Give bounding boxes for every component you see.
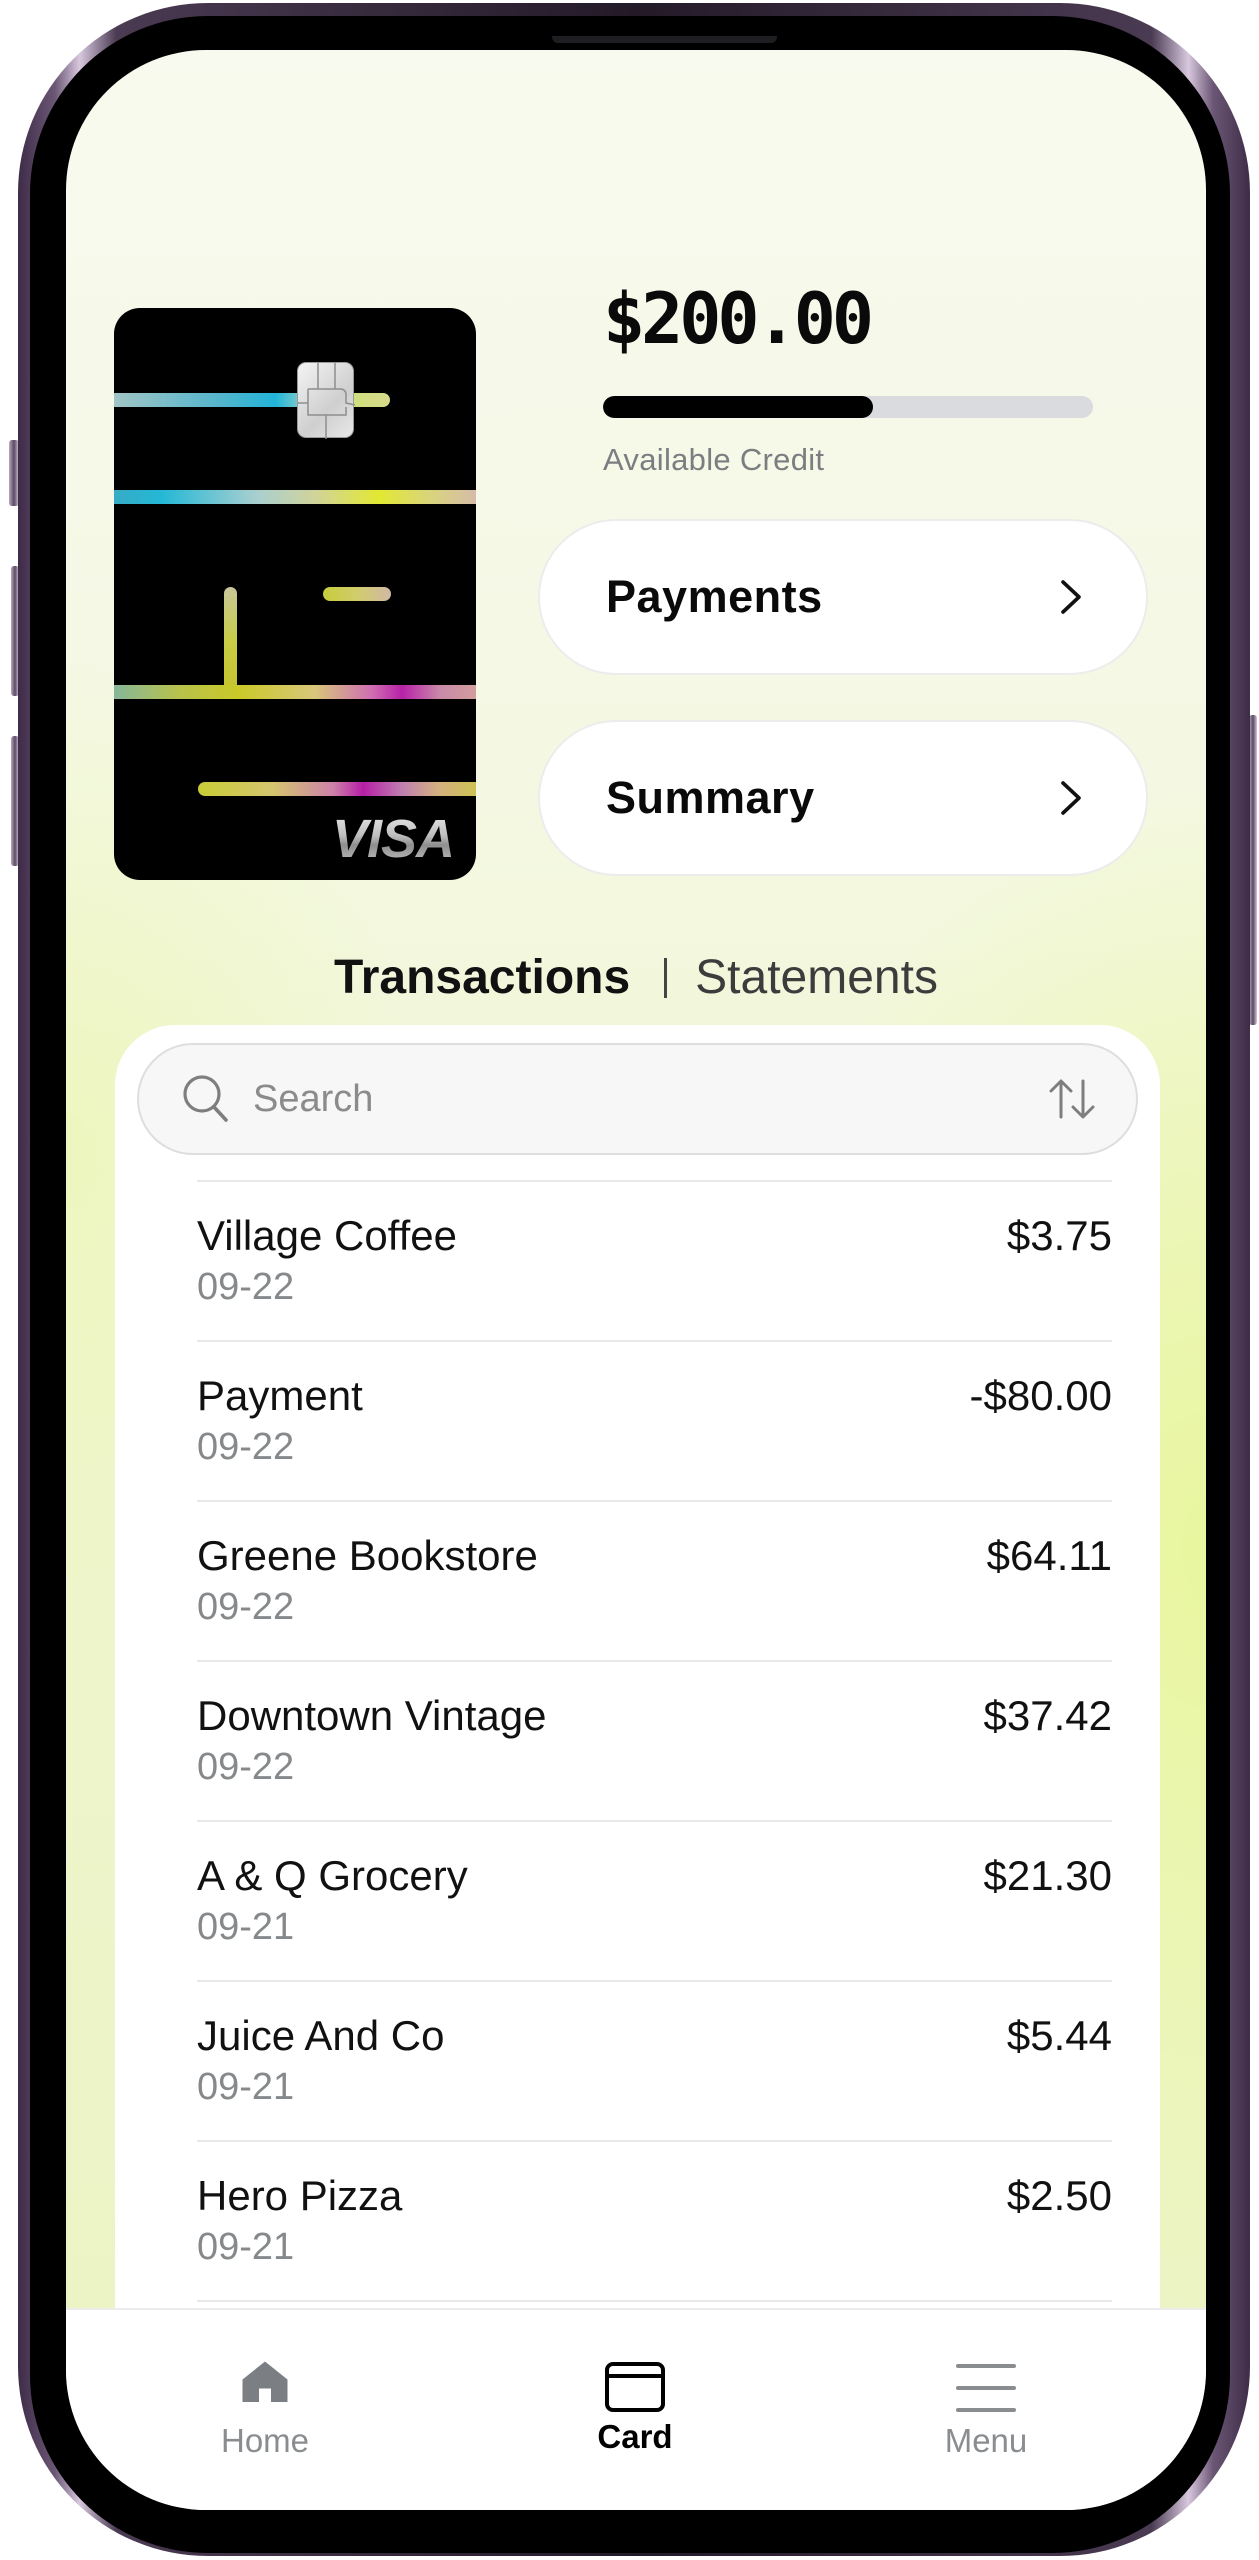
card-icon [605, 2362, 665, 2412]
transaction-amount: $5.44 [1006, 2012, 1112, 2059]
transaction-row[interactable]: Village Coffee 09-22 $3.75 [197, 1180, 1112, 1340]
earpiece-speaker [552, 36, 777, 43]
transaction-row[interactable]: Downtown Vintage 09-22 $37.42 [197, 1660, 1112, 1820]
transaction-row[interactable]: Hero Pizza 09-21 $2.50 [197, 2140, 1112, 2300]
available-credit-amount: $200.00 [603, 278, 874, 360]
tab-transactions[interactable]: Transactions [334, 950, 630, 1005]
transaction-merchant: Payment [197, 1372, 363, 1419]
transaction-row[interactable]: Juice And Co 09-21 $5.44 [197, 1980, 1112, 2140]
card-stripe [198, 782, 476, 796]
tab-card-label: Card [597, 2418, 673, 2455]
payments-label: Payments [606, 571, 823, 622]
tab-menu[interactable]: Menu [876, 2358, 1096, 2460]
credit-progress-fill [603, 396, 873, 418]
transaction-amount: $37.42 [983, 1692, 1112, 1739]
card-stripe [224, 587, 237, 697]
tab-home-label: Home [220, 2422, 310, 2459]
transaction-merchant: Greene Bookstore [197, 1532, 538, 1579]
tab-home[interactable]: Home [155, 2358, 375, 2460]
visa-logo: VISA [331, 809, 455, 869]
transaction-row[interactable]: Payment 09-22 -$80.00 [197, 1340, 1112, 1500]
app-screen: VISA $200.00 Available Credit Payments S… [66, 50, 1206, 2510]
transaction-date: 09-21 [197, 2066, 295, 2108]
card-stripe [114, 490, 476, 504]
segment-divider [664, 957, 668, 998]
sort-arrows-icon[interactable] [1048, 1077, 1096, 1121]
transaction-row[interactable]: A & Q Grocery 09-21 $21.30 [197, 1820, 1112, 1980]
summary-button[interactable]: Summary [538, 720, 1148, 876]
transaction-date: 09-21 [197, 1906, 295, 1948]
credit-card-image[interactable]: VISA [114, 308, 476, 880]
card-chip-icon [297, 362, 355, 439]
tab-menu-label: Menu [944, 2422, 1028, 2459]
transaction-merchant: Village Coffee [197, 1212, 457, 1259]
credit-progress-bar [603, 396, 1093, 418]
card-stripe [323, 587, 391, 601]
transaction-date: 09-22 [197, 1746, 295, 1788]
transaction-amount: $3.75 [1006, 1212, 1112, 1259]
tab-statements[interactable]: Statements [695, 950, 938, 1005]
chevron-right-icon [1061, 781, 1081, 815]
transaction-date: 09-22 [197, 1586, 295, 1628]
bottom-tab-bar: Home Card Menu [66, 2308, 1206, 2510]
power-button [1249, 715, 1257, 1025]
transaction-row[interactable]: Greene Bookstore 09-22 $64.11 [197, 1500, 1112, 1660]
search-icon [183, 1075, 228, 1122]
segmented-control: Transactions Statements [66, 950, 1206, 1005]
device-mockup: VISA $200.00 Available Credit Payments S… [0, 0, 1259, 2560]
transaction-amount: $21.30 [983, 1852, 1112, 1899]
transaction-list: Village Coffee 09-22 $3.75 Payment 09-22… [197, 1180, 1112, 2460]
transaction-amount: $64.11 [986, 1532, 1112, 1579]
transaction-date: 09-21 [197, 2226, 295, 2268]
home-icon [242, 2361, 288, 2402]
transaction-amount: -$80.00 [969, 1372, 1112, 1419]
search-input[interactable] [253, 1077, 1048, 1121]
transaction-merchant: Hero Pizza [197, 2172, 403, 2219]
transaction-date: 09-22 [197, 1426, 295, 1468]
transaction-merchant: Juice And Co [197, 2012, 445, 2059]
transaction-merchant: Downtown Vintage [197, 1692, 547, 1739]
transaction-amount: $2.50 [1006, 2172, 1112, 2219]
payments-button[interactable]: Payments [538, 519, 1148, 675]
transaction-date: 09-22 [197, 1266, 295, 1308]
chevron-right-icon [1061, 580, 1081, 614]
available-credit-label: Available Credit [603, 442, 825, 477]
menu-icon [956, 2364, 1016, 2412]
tab-card[interactable]: Card [525, 2358, 745, 2456]
search-bar[interactable] [137, 1043, 1138, 1155]
summary-label: Summary [606, 772, 815, 823]
transaction-merchant: A & Q Grocery [197, 1852, 468, 1899]
card-stripe [114, 685, 476, 699]
